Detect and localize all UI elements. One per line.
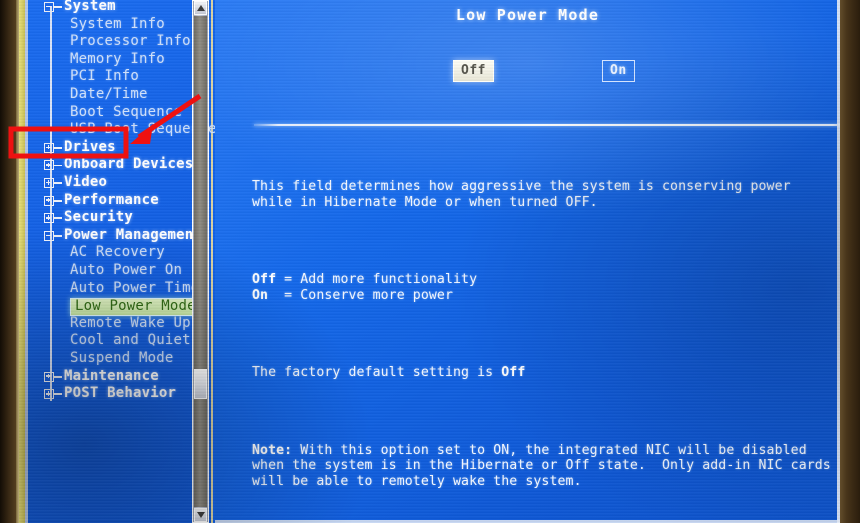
- tree-scrollbar[interactable]: [192, 0, 209, 523]
- legend-on-key: On: [252, 287, 269, 303]
- factory-default-prefix: The factory default setting is: [252, 365, 502, 381]
- note-key: Note:: [252, 442, 293, 458]
- sidebar-item-power-management[interactable]: Power Management: [28, 227, 210, 245]
- monitor-bezel-right: [838, 0, 860, 523]
- expand-plus-icon[interactable]: [44, 142, 54, 153]
- sidebar-item-label: Maintenance: [64, 367, 159, 384]
- sidebar-item-drives[interactable]: Drives: [28, 139, 210, 157]
- sidebar-item-label: Remote Wake Up: [70, 314, 191, 331]
- low-power-mode-options[interactable]: Off On: [215, 60, 840, 88]
- sidebar-item-label: Boot Sequence: [70, 103, 183, 120]
- tree-branch-dash-icon: [54, 217, 62, 220]
- legend-off-text: = Add more functionality: [276, 272, 478, 288]
- tree-branch-dash-icon: [54, 234, 62, 237]
- sidebar-item-auto-power-time[interactable]: Auto Power Time: [28, 280, 210, 298]
- tree-branch-dash-icon: [54, 199, 62, 202]
- sidebar-item-ac-recovery[interactable]: AC Recovery: [28, 244, 210, 262]
- sidebar-item-label: System Info: [70, 15, 165, 32]
- sidebar-item-label: Drives: [64, 138, 116, 155]
- bios-menu-tree-panel: System System Info Processor Info Memory In…: [19, 0, 217, 523]
- sidebar-item-label: Onboard Devices: [64, 156, 194, 173]
- expand-plus-icon[interactable]: [44, 160, 54, 171]
- option-on-button[interactable]: On: [602, 60, 635, 82]
- expand-plus-icon[interactable]: [44, 195, 54, 206]
- tree-scrollbar-thumb[interactable]: [194, 369, 207, 399]
- detail-panel-border-right: [837, 0, 840, 523]
- sidebar-item-label: Memory Info: [70, 50, 165, 67]
- sidebar-item-label: PCI Info: [70, 68, 140, 85]
- sidebar-item-usb-boot-sequence[interactable]: USB Boot Sequence: [28, 121, 217, 139]
- sidebar-item-label: Auto Power Time: [70, 279, 200, 296]
- sidebar-item-low-power-mode[interactable]: Low Power Mode: [28, 297, 210, 316]
- sidebar-item-system-info[interactable]: System Info: [28, 16, 210, 34]
- tree-branch-dash-icon: [54, 146, 62, 149]
- sidebar-item-post-behavior[interactable]: POST Behavior: [28, 385, 210, 403]
- sidebar-item-label: Performance: [64, 191, 159, 208]
- tree-branch-dash-icon: [54, 182, 62, 184]
- sidebar-item-label: System: [64, 0, 116, 14]
- sidebar-item-maintenance[interactable]: Maintenance: [28, 368, 210, 386]
- sidebar-item-video[interactable]: Video: [28, 174, 210, 192]
- sidebar-item-processor-info[interactable]: Processor Info: [28, 33, 210, 51]
- horizontal-divider: [254, 124, 840, 126]
- bios-detail-panel: Low Power Mode Off On This field determi…: [215, 0, 840, 523]
- sidebar-item-label: Low Power Mode: [70, 298, 202, 316]
- tree-branch-dash-icon: [54, 393, 62, 396]
- help-paragraph-description: This field determines how aggressive the…: [252, 179, 791, 210]
- sidebar-item-label: Processor Info: [70, 33, 191, 50]
- option-off-button[interactable]: Off: [453, 60, 494, 82]
- expand-plus-icon[interactable]: [44, 389, 54, 400]
- sidebar-item-label: Cool and Quiet: [70, 332, 191, 349]
- sidebar-item-label: Date/Time: [70, 86, 148, 102]
- triangle-down-icon: [196, 512, 205, 518]
- tree-scrollbar-track[interactable]: [194, 16, 207, 507]
- sidebar-item-boot-sequence[interactable]: Boot Sequence: [28, 104, 210, 122]
- triangle-up-icon: [196, 5, 205, 11]
- tree-branch-dash-icon: [54, 6, 62, 8]
- scroll-up-arrow-icon[interactable]: [194, 1, 207, 15]
- legend-on-text: = Conserve more power: [268, 287, 454, 303]
- help-legend: Off = Add more functionality On = Conser…: [252, 272, 840, 303]
- expand-plus-icon[interactable]: [44, 178, 54, 188]
- tree-branch-dash-icon: [54, 164, 62, 167]
- sidebar-item-label: Power Management: [64, 226, 203, 243]
- tree-connector-line: [50, 6, 52, 401]
- sidebar-item-system[interactable]: System: [28, 0, 210, 16]
- sidebar-item-performance[interactable]: Performance: [28, 192, 210, 210]
- help-factory-default: The factory default setting is Off: [252, 365, 840, 381]
- legend-off-key: Off: [252, 272, 277, 288]
- sidebar-item-label: Suspend Mode: [70, 350, 174, 366]
- factory-default-value: Off: [501, 365, 526, 381]
- sidebar-item-remote-wake-up[interactable]: Remote Wake Up: [28, 315, 210, 333]
- collapse-minus-icon[interactable]: [44, 2, 54, 12]
- bios-setup-screen: System System Info Processor Info Memory In…: [19, 0, 840, 523]
- monitor-photo: System System Info Processor Info Memory In…: [0, 0, 860, 523]
- sidebar-item-label: POST Behavior: [64, 385, 177, 402]
- help-note: Note: With this option set to ON, the in…: [252, 443, 840, 490]
- sidebar-item-security[interactable]: Security: [28, 209, 210, 227]
- expand-plus-icon[interactable]: [44, 213, 54, 224]
- scroll-down-arrow-icon[interactable]: [194, 508, 207, 522]
- sidebar-item-label: Security: [64, 209, 134, 226]
- note-text: With this option set to ON, the integrat…: [252, 442, 831, 489]
- sidebar-item-onboard-devices[interactable]: Onboard Devices: [28, 156, 210, 174]
- sidebar-item-memory-info[interactable]: Memory Info: [28, 51, 210, 69]
- sidebar-item-pci-info[interactable]: PCI Info: [28, 68, 210, 86]
- sidebar-item-label: Auto Power On: [70, 262, 183, 278]
- expand-plus-icon[interactable]: [44, 371, 54, 382]
- sidebar-item-label: Video: [64, 174, 108, 190]
- sidebar-item-cool-and-quiet[interactable]: Cool and Quiet: [28, 332, 210, 350]
- sidebar-item-suspend-mode[interactable]: Suspend Mode: [28, 350, 210, 368]
- sidebar-item-label: AC Recovery: [70, 244, 165, 261]
- help-text: This field determines how aggressive the…: [252, 148, 840, 520]
- sidebar-item-date-time[interactable]: Date/Time: [28, 86, 210, 104]
- collapse-minus-icon[interactable]: [44, 230, 54, 241]
- page-title: Low Power Mode: [455, 6, 600, 24]
- sidebar-item-auto-power-on[interactable]: Auto Power On: [28, 262, 210, 280]
- tree-branch-dash-icon: [54, 375, 62, 378]
